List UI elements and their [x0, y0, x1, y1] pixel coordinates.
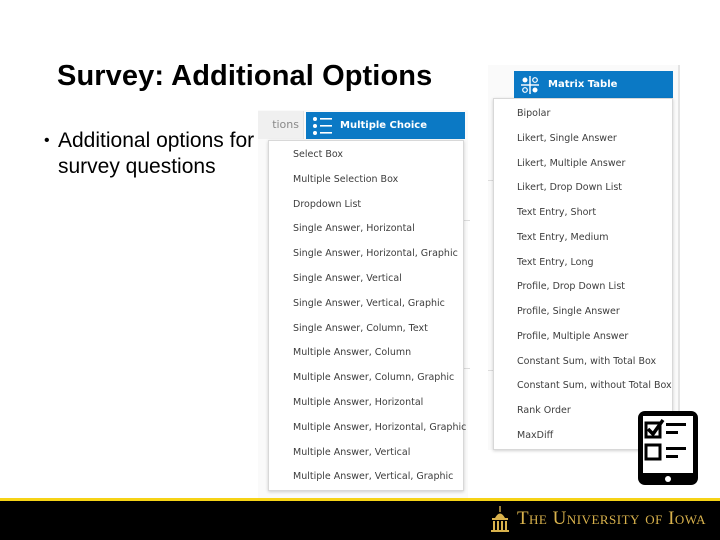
- multiple-choice-header[interactable]: Multiple Choice: [306, 112, 465, 139]
- menu-item[interactable]: Likert, Drop Down List: [517, 182, 622, 193]
- university-logo: The University of Iowa: [490, 506, 706, 532]
- menu-item[interactable]: Profile, Multiple Answer: [517, 331, 628, 342]
- menu-item[interactable]: Text Entry, Medium: [517, 232, 609, 243]
- menu-item[interactable]: Constant Sum, without Total Box: [517, 380, 672, 391]
- menu-item[interactable]: Bipolar: [517, 108, 550, 119]
- menu-item[interactable]: Multiple Selection Box: [293, 174, 398, 185]
- menu-item[interactable]: Multiple Answer, Horizontal: [293, 397, 423, 408]
- bullet-item: • Additional options for survey question…: [44, 128, 259, 180]
- menu-item[interactable]: Profile, Single Answer: [517, 306, 620, 317]
- multiple-choice-label: Multiple Choice: [340, 120, 428, 131]
- tab-previous-options[interactable]: tions: [258, 111, 304, 139]
- menu-item[interactable]: Constant Sum, with Total Box: [517, 356, 656, 367]
- menu-item[interactable]: Single Answer, Vertical, Graphic: [293, 298, 445, 309]
- university-name: The University of Iowa: [516, 508, 706, 529]
- menu-item[interactable]: Multiple Answer, Vertical, Graphic: [293, 471, 453, 482]
- menu-item[interactable]: Text Entry, Long: [517, 257, 594, 268]
- menu-item[interactable]: Single Answer, Vertical: [293, 273, 402, 284]
- menu-item[interactable]: Single Answer, Horizontal, Graphic: [293, 248, 458, 259]
- menu-item[interactable]: Rank Order: [517, 405, 571, 416]
- divider: [464, 368, 470, 369]
- old-capitol-dome-icon: [490, 506, 509, 532]
- matrix-icon: [520, 75, 540, 95]
- bullet-text: Additional options for survey questions: [58, 129, 255, 178]
- matrix-table-menu: Bipolar Likert, Single Answer Likert, Mult…: [493, 98, 673, 450]
- slide-title: Survey: Additional Options: [57, 60, 433, 92]
- menu-item[interactable]: Select Box: [293, 149, 343, 160]
- matrix-table-header[interactable]: Matrix Table: [514, 71, 673, 98]
- divider: [464, 220, 470, 221]
- survey-tablet-icon: [636, 409, 700, 487]
- menu-item[interactable]: Multiple Answer, Horizontal, Graphic: [293, 422, 466, 433]
- menu-item[interactable]: Likert, Single Answer: [517, 133, 617, 144]
- menu-item[interactable]: Multiple Answer, Column, Graphic: [293, 372, 454, 383]
- menu-item[interactable]: Single Answer, Horizontal: [293, 223, 415, 234]
- footer-gold-stripe: [0, 498, 720, 501]
- menu-item[interactable]: Profile, Drop Down List: [517, 281, 625, 292]
- multiple-choice-menu: Select Box Multiple Selection Box Dropdown…: [268, 140, 466, 491]
- menu-item[interactable]: Dropdown List: [293, 199, 361, 210]
- matrix-table-label: Matrix Table: [548, 79, 618, 90]
- menu-item[interactable]: MaxDiff: [517, 430, 553, 441]
- bullet-dot: •: [44, 132, 50, 149]
- menu-item[interactable]: Single Answer, Column, Text: [293, 323, 428, 334]
- menu-item[interactable]: Multiple Answer, Vertical: [293, 447, 410, 458]
- menu-item[interactable]: Likert, Multiple Answer: [517, 158, 625, 169]
- list-icon: [312, 116, 334, 136]
- menu-item[interactable]: Multiple Answer, Column: [293, 347, 411, 358]
- bullet-list: • Additional options for survey question…: [44, 128, 259, 180]
- menu-item[interactable]: Text Entry, Short: [517, 207, 596, 218]
